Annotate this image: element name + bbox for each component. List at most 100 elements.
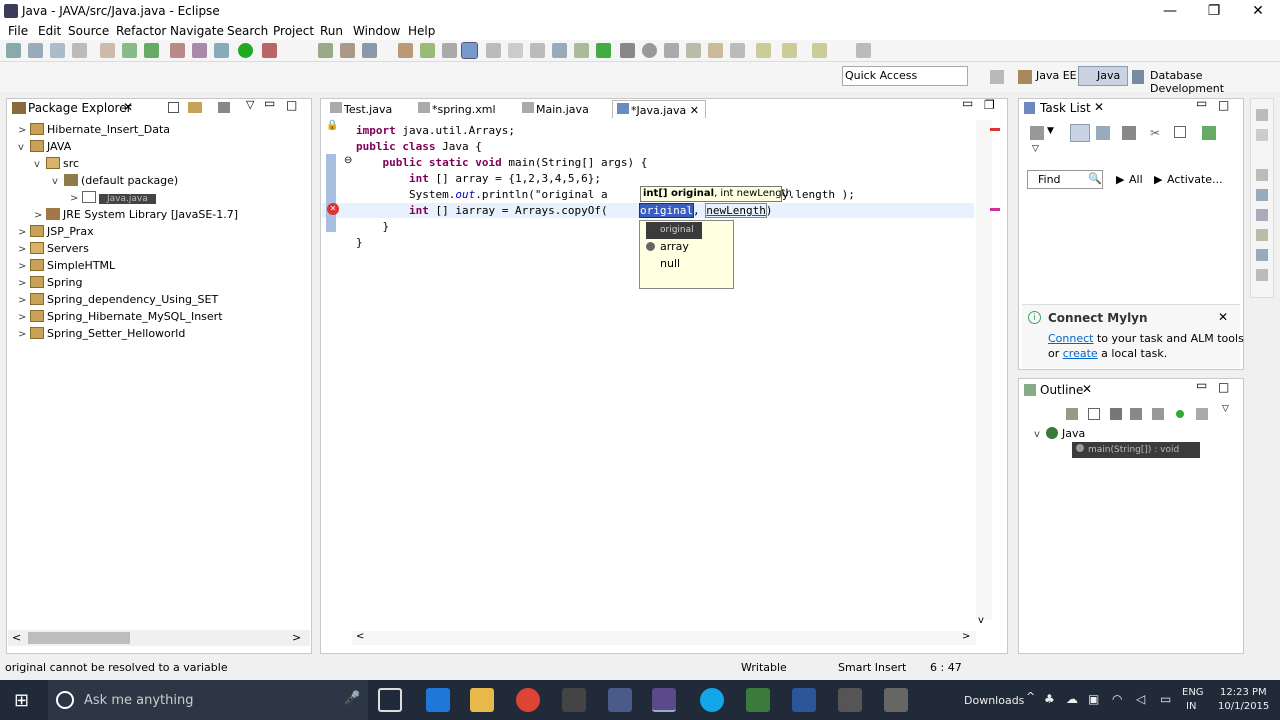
eclipse-taskbar-icon[interactable] xyxy=(652,688,676,712)
volume-icon[interactable]: ◁ xyxy=(1136,692,1145,706)
code-line-5[interactable]: System.out.println("original a xyxy=(356,188,608,201)
step-icon[interactable] xyxy=(686,43,701,58)
link-editor-icon[interactable] xyxy=(1196,408,1208,420)
external-tools-icon[interactable] xyxy=(214,43,229,58)
editor-horizontal-scrollbar[interactable]: < > xyxy=(352,631,976,645)
minimize-view-icon[interactable]: ▭ xyxy=(1196,96,1207,110)
editor-tab-test[interactable]: Test.java xyxy=(326,100,410,118)
hide-nonpublic-icon[interactable] xyxy=(1152,408,1164,420)
language-code[interactable]: ENG xyxy=(1182,687,1204,698)
code-line-6-args[interactable]: original, newLength) xyxy=(639,203,772,218)
all-filter[interactable]: All xyxy=(1129,173,1143,186)
new-icon[interactable] xyxy=(6,43,21,58)
menu-file[interactable]: File xyxy=(8,24,28,38)
code-line-7[interactable]: } xyxy=(356,220,389,233)
find-input[interactable]: Find 🔍 xyxy=(1027,170,1103,189)
new-package-icon[interactable] xyxy=(340,43,355,58)
tree-item[interactable]: > JRE System Library [JavaSE-1.7] xyxy=(34,208,238,221)
new-java-project-icon[interactable] xyxy=(318,43,333,58)
new-class-icon[interactable] xyxy=(362,43,377,58)
link-editor-icon[interactable] xyxy=(188,102,202,113)
connect-link[interactable]: Connect xyxy=(1048,332,1093,345)
debug-icon[interactable] xyxy=(170,43,185,58)
open-type-icon[interactable] xyxy=(398,43,413,58)
notification-icon[interactable]: ▭ xyxy=(1160,692,1171,706)
terminate-icon[interactable] xyxy=(664,43,679,58)
proposal-item[interactable]: null xyxy=(640,256,733,273)
menu-run[interactable]: Run xyxy=(320,24,343,38)
chrome-icon[interactable] xyxy=(516,688,540,712)
record-icon[interactable] xyxy=(642,43,657,58)
menu-window[interactable]: Window xyxy=(353,24,400,38)
minimize-button[interactable]: — xyxy=(1148,0,1192,22)
maximize-editor-icon[interactable]: ❐ xyxy=(984,98,995,112)
profile-icon[interactable] xyxy=(192,43,207,58)
close-icon[interactable]: ✕ xyxy=(1218,310,1228,324)
wifi-icon[interactable]: ◠ xyxy=(1112,692,1122,706)
minimize-editor-icon[interactable]: ▭ xyxy=(962,96,973,110)
menu-project[interactable]: Project xyxy=(273,24,314,38)
horizontal-scrollbar[interactable]: < > xyxy=(8,630,310,646)
tree-item[interactable]: > Hibernate_Insert_Data xyxy=(18,123,170,136)
skype-icon[interactable] xyxy=(700,688,724,712)
block-selection-icon[interactable] xyxy=(486,43,501,58)
forward-icon[interactable] xyxy=(812,43,827,58)
scrollbar-thumb[interactable] xyxy=(28,632,130,644)
maximize-view-icon[interactable]: □ xyxy=(1218,98,1229,112)
task-view-icon[interactable] xyxy=(378,688,402,712)
usb-icon[interactable]: ▣ xyxy=(1088,692,1099,706)
close-tab-icon[interactable]: ✕ xyxy=(123,100,133,114)
hide-fields-icon[interactable] xyxy=(1110,408,1122,420)
hide-local-types-icon[interactable] xyxy=(1176,410,1184,418)
fold-icon[interactable]: ⊖ xyxy=(344,155,352,166)
perspective-java[interactable]: Java xyxy=(1097,69,1120,82)
search-icon[interactable]: 🔍 xyxy=(1088,172,1102,185)
close-tab-icon[interactable]: ✕ xyxy=(1094,100,1104,114)
menu-navigate[interactable]: Navigate xyxy=(170,24,224,38)
console-icon[interactable] xyxy=(1256,249,1268,261)
tree-item-selected[interactable]: > Java.java xyxy=(70,191,156,204)
sort-icon[interactable] xyxy=(1066,408,1078,420)
show-whitespace-icon[interactable] xyxy=(508,43,523,58)
code-line-6[interactable]: int [] iarray = Arrays.copyOf( xyxy=(356,204,608,217)
code-line-1[interactable]: import java.util.Arrays; xyxy=(356,124,515,137)
print-icon[interactable] xyxy=(72,43,87,58)
code-line-8[interactable]: } xyxy=(356,236,363,249)
minimize-view-icon[interactable]: ▭ xyxy=(264,96,275,110)
hide-static-icon[interactable] xyxy=(1130,408,1142,420)
chevron-down-icon[interactable]: ▼ xyxy=(1047,126,1054,136)
tree-item[interactable]: > JSP_Prax xyxy=(18,225,94,238)
close-button[interactable]: ✕ xyxy=(1236,0,1280,22)
code-line-4[interactable]: int [] array = {1,2,3,4,5,6}; xyxy=(356,172,601,185)
tree-item[interactable]: > Spring_Setter_Helloworld xyxy=(18,327,185,340)
editor-tab-main[interactable]: Main.java xyxy=(518,100,608,118)
next-annotation-icon[interactable] xyxy=(552,43,567,58)
collapse-icon[interactable]: ✂ xyxy=(1150,126,1164,140)
pin-icon[interactable] xyxy=(708,43,723,58)
tree-item[interactable]: > Spring_Hibernate_MySQL_Insert xyxy=(18,310,223,323)
app-icon[interactable] xyxy=(608,688,632,712)
scroll-right-icon[interactable]: > xyxy=(962,631,970,642)
collapse-all-icon[interactable] xyxy=(168,102,179,113)
quick-access-input[interactable]: Quick Access xyxy=(842,66,968,86)
overview-error-marker[interactable] xyxy=(990,128,1000,131)
maximize-view-icon[interactable]: □ xyxy=(1218,380,1229,394)
last-edit-icon[interactable] xyxy=(756,43,771,58)
overview-error-marker[interactable] xyxy=(990,208,1000,211)
snipping-tool-icon[interactable] xyxy=(838,688,862,712)
collapse-all-icon[interactable] xyxy=(1174,126,1186,138)
focus-icon[interactable] xyxy=(1122,126,1136,140)
sync-icon[interactable] xyxy=(1202,126,1216,140)
new-task-icon[interactable] xyxy=(1030,126,1044,140)
coverage-icon[interactable] xyxy=(144,43,159,58)
word-icon[interactable] xyxy=(792,688,816,712)
scroll-left-icon[interactable]: < xyxy=(12,631,21,644)
task-list-tab[interactable]: Task List ✕ xyxy=(1020,100,1110,118)
app-icon-2[interactable] xyxy=(884,688,908,712)
outline-tab[interactable]: Outline ✕ xyxy=(1020,382,1104,400)
open-perspective-icon[interactable] xyxy=(990,70,1004,84)
minimize-view-icon[interactable]: ▭ xyxy=(1196,378,1207,392)
outline-item-class[interactable]: v Java xyxy=(1034,427,1085,440)
perspective-database[interactable]: Database Development xyxy=(1150,69,1280,95)
activate-link[interactable]: Activate... xyxy=(1167,173,1223,186)
